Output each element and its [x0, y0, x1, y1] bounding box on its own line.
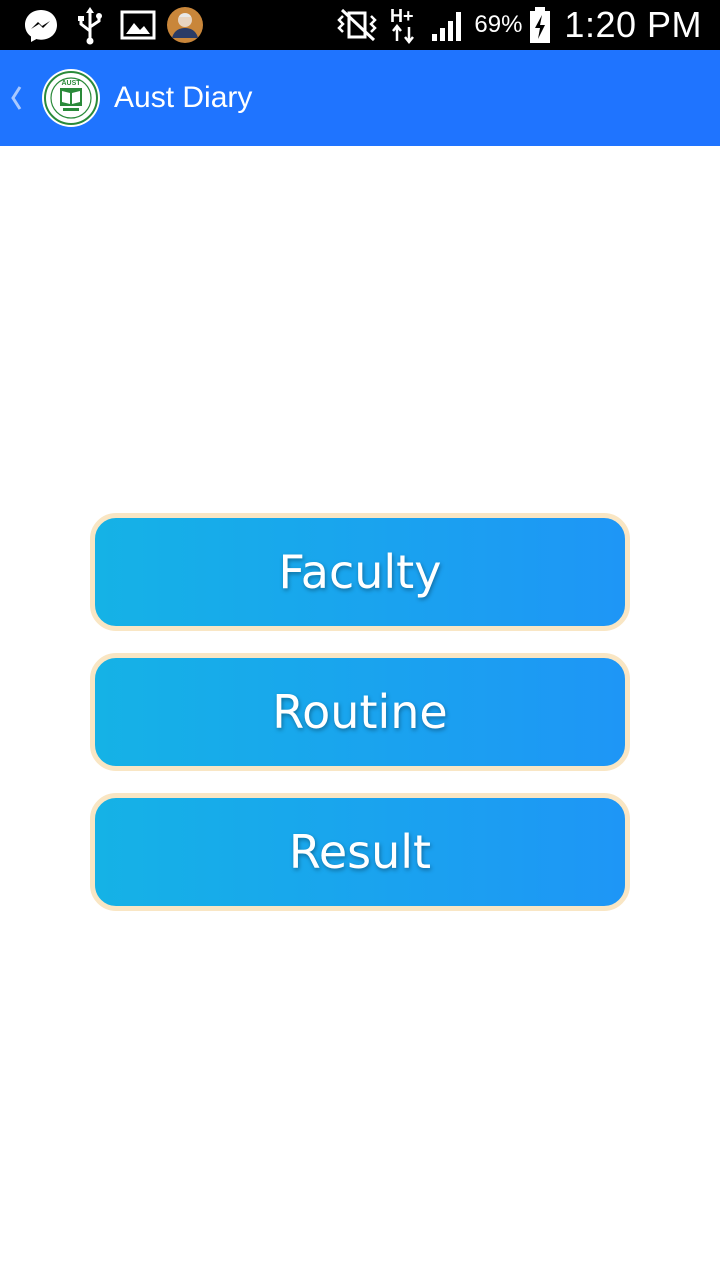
logo-text: AUST — [61, 80, 81, 87]
gallery-icon — [120, 10, 156, 40]
contact-avatar — [167, 7, 203, 43]
messenger-icon — [25, 10, 57, 42]
aust-logo-icon: AUST — [44, 71, 98, 125]
result-button[interactable]: Result — [90, 793, 630, 911]
routine-button-label: Routine — [272, 685, 448, 739]
app-logo[interactable]: AUST — [42, 69, 100, 127]
battery-percent: 69% — [474, 11, 523, 38]
result-button-label: Result — [288, 825, 432, 879]
svg-text:H+: H+ — [390, 6, 414, 26]
status-bar: H+ 69% 1:20 PM — [0, 0, 720, 50]
chevron-left-icon — [11, 86, 22, 110]
status-time: 1:20 PM — [564, 4, 702, 45]
back-button[interactable] — [6, 78, 26, 118]
action-bar: AUST Aust Diary — [0, 50, 720, 146]
faculty-button-label: Faculty — [278, 545, 442, 599]
main-menu: Faculty Routine Result — [90, 513, 630, 933]
routine-button[interactable]: Routine — [90, 653, 630, 771]
network-hplus-icon: H+ — [390, 6, 415, 45]
app-title: Aust Diary — [114, 81, 253, 114]
battery-charging-icon — [530, 7, 551, 43]
faculty-button[interactable]: Faculty — [90, 513, 630, 631]
usb-icon — [78, 7, 102, 45]
status-bar-right: H+ 69% 1:20 PM — [334, 0, 702, 50]
signal-icon — [432, 12, 462, 41]
vibrate-icon — [337, 8, 378, 42]
app-screen: H+ 69% 1:20 PM AUST Aust Diary Faculty R… — [0, 0, 720, 1280]
